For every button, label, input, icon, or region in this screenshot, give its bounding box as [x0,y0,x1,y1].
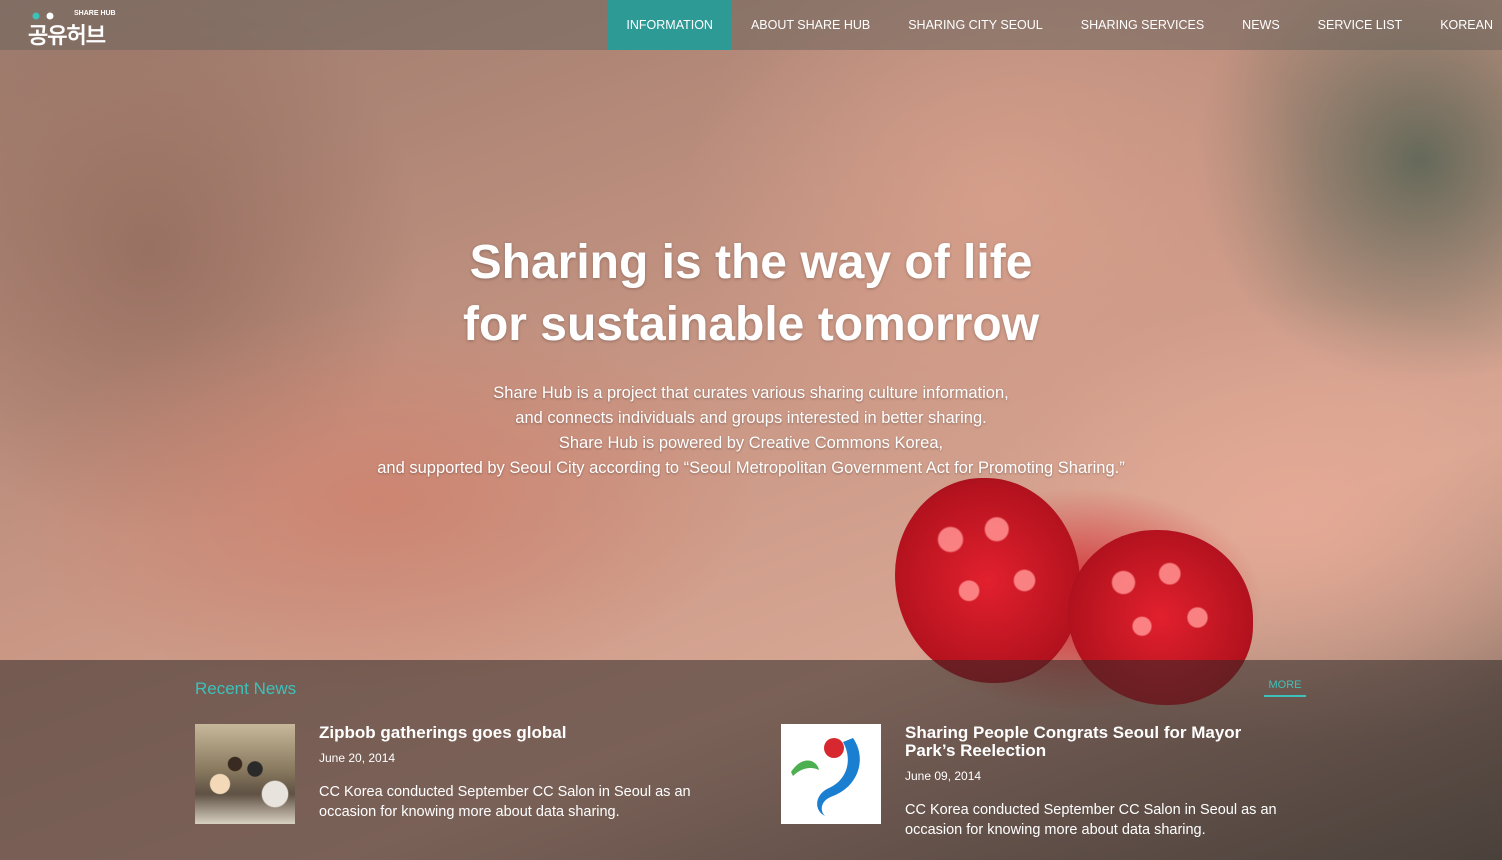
logo-subtext: SHARE HUB [74,10,116,17]
top-navigation-bar: SHARE HUB 공유허브 INFORMATION ABOUT SHARE H… [0,0,1502,50]
nav-item-news[interactable]: NEWS [1223,0,1299,50]
news-title[interactable]: Sharing People Congrats Seoul for Mayor … [905,724,1295,760]
more-news-link[interactable]: MORE [1264,679,1306,697]
hero-title: Sharing is the way of life for sustainab… [0,232,1502,356]
news-date: June 20, 2014 [319,751,396,765]
hero-description-line: and supported by Seoul City according to… [377,459,1125,477]
news-thumbnail[interactable] [781,724,881,824]
hero-description: Share Hub is a project that curates vari… [0,381,1502,481]
nav-item-service-list[interactable]: SERVICE LIST [1299,0,1422,50]
share-hub-logo[interactable]: SHARE HUB 공유허브 [28,8,118,48]
main-nav: INFORMATION ABOUT SHARE HUB SHARING CITY… [607,0,1502,50]
seoul-symbol-icon [791,738,860,816]
news-date: June 09, 2014 [905,769,982,783]
news-excerpt: CC Korea conducted September CC Salon in… [905,802,1277,838]
logo-text: 공유허브 [28,23,106,48]
hero-title-line: Sharing is the way of life [469,236,1033,289]
news-excerpt: CC Korea conducted September CC Salon in… [319,784,691,820]
nav-item-information[interactable]: INFORMATION [607,0,732,50]
hero-title-line: for sustainable tomorrow [462,298,1040,351]
news-thumbnail[interactable] [195,724,295,824]
nav-item-sharing-services[interactable]: SHARING SERVICES [1062,0,1223,50]
news-title[interactable]: Zipbob gatherings goes global [319,724,709,742]
recent-news-heading: Recent News [195,679,297,698]
nav-item-about-share-hub[interactable]: ABOUT SHARE HUB [732,0,889,50]
raspberry-image [895,478,1080,683]
hero-description-line: and connects individuals and groups inte… [515,409,987,427]
hero-description-line: Share Hub is powered by Creative Commons… [558,434,944,452]
hero-description-line: Share Hub is a project that curates vari… [493,384,1009,402]
nav-item-sharing-city-seoul[interactable]: SHARING CITY SEOUL [889,0,1062,50]
nav-item-korean[interactable]: KOREAN [1421,0,1502,50]
